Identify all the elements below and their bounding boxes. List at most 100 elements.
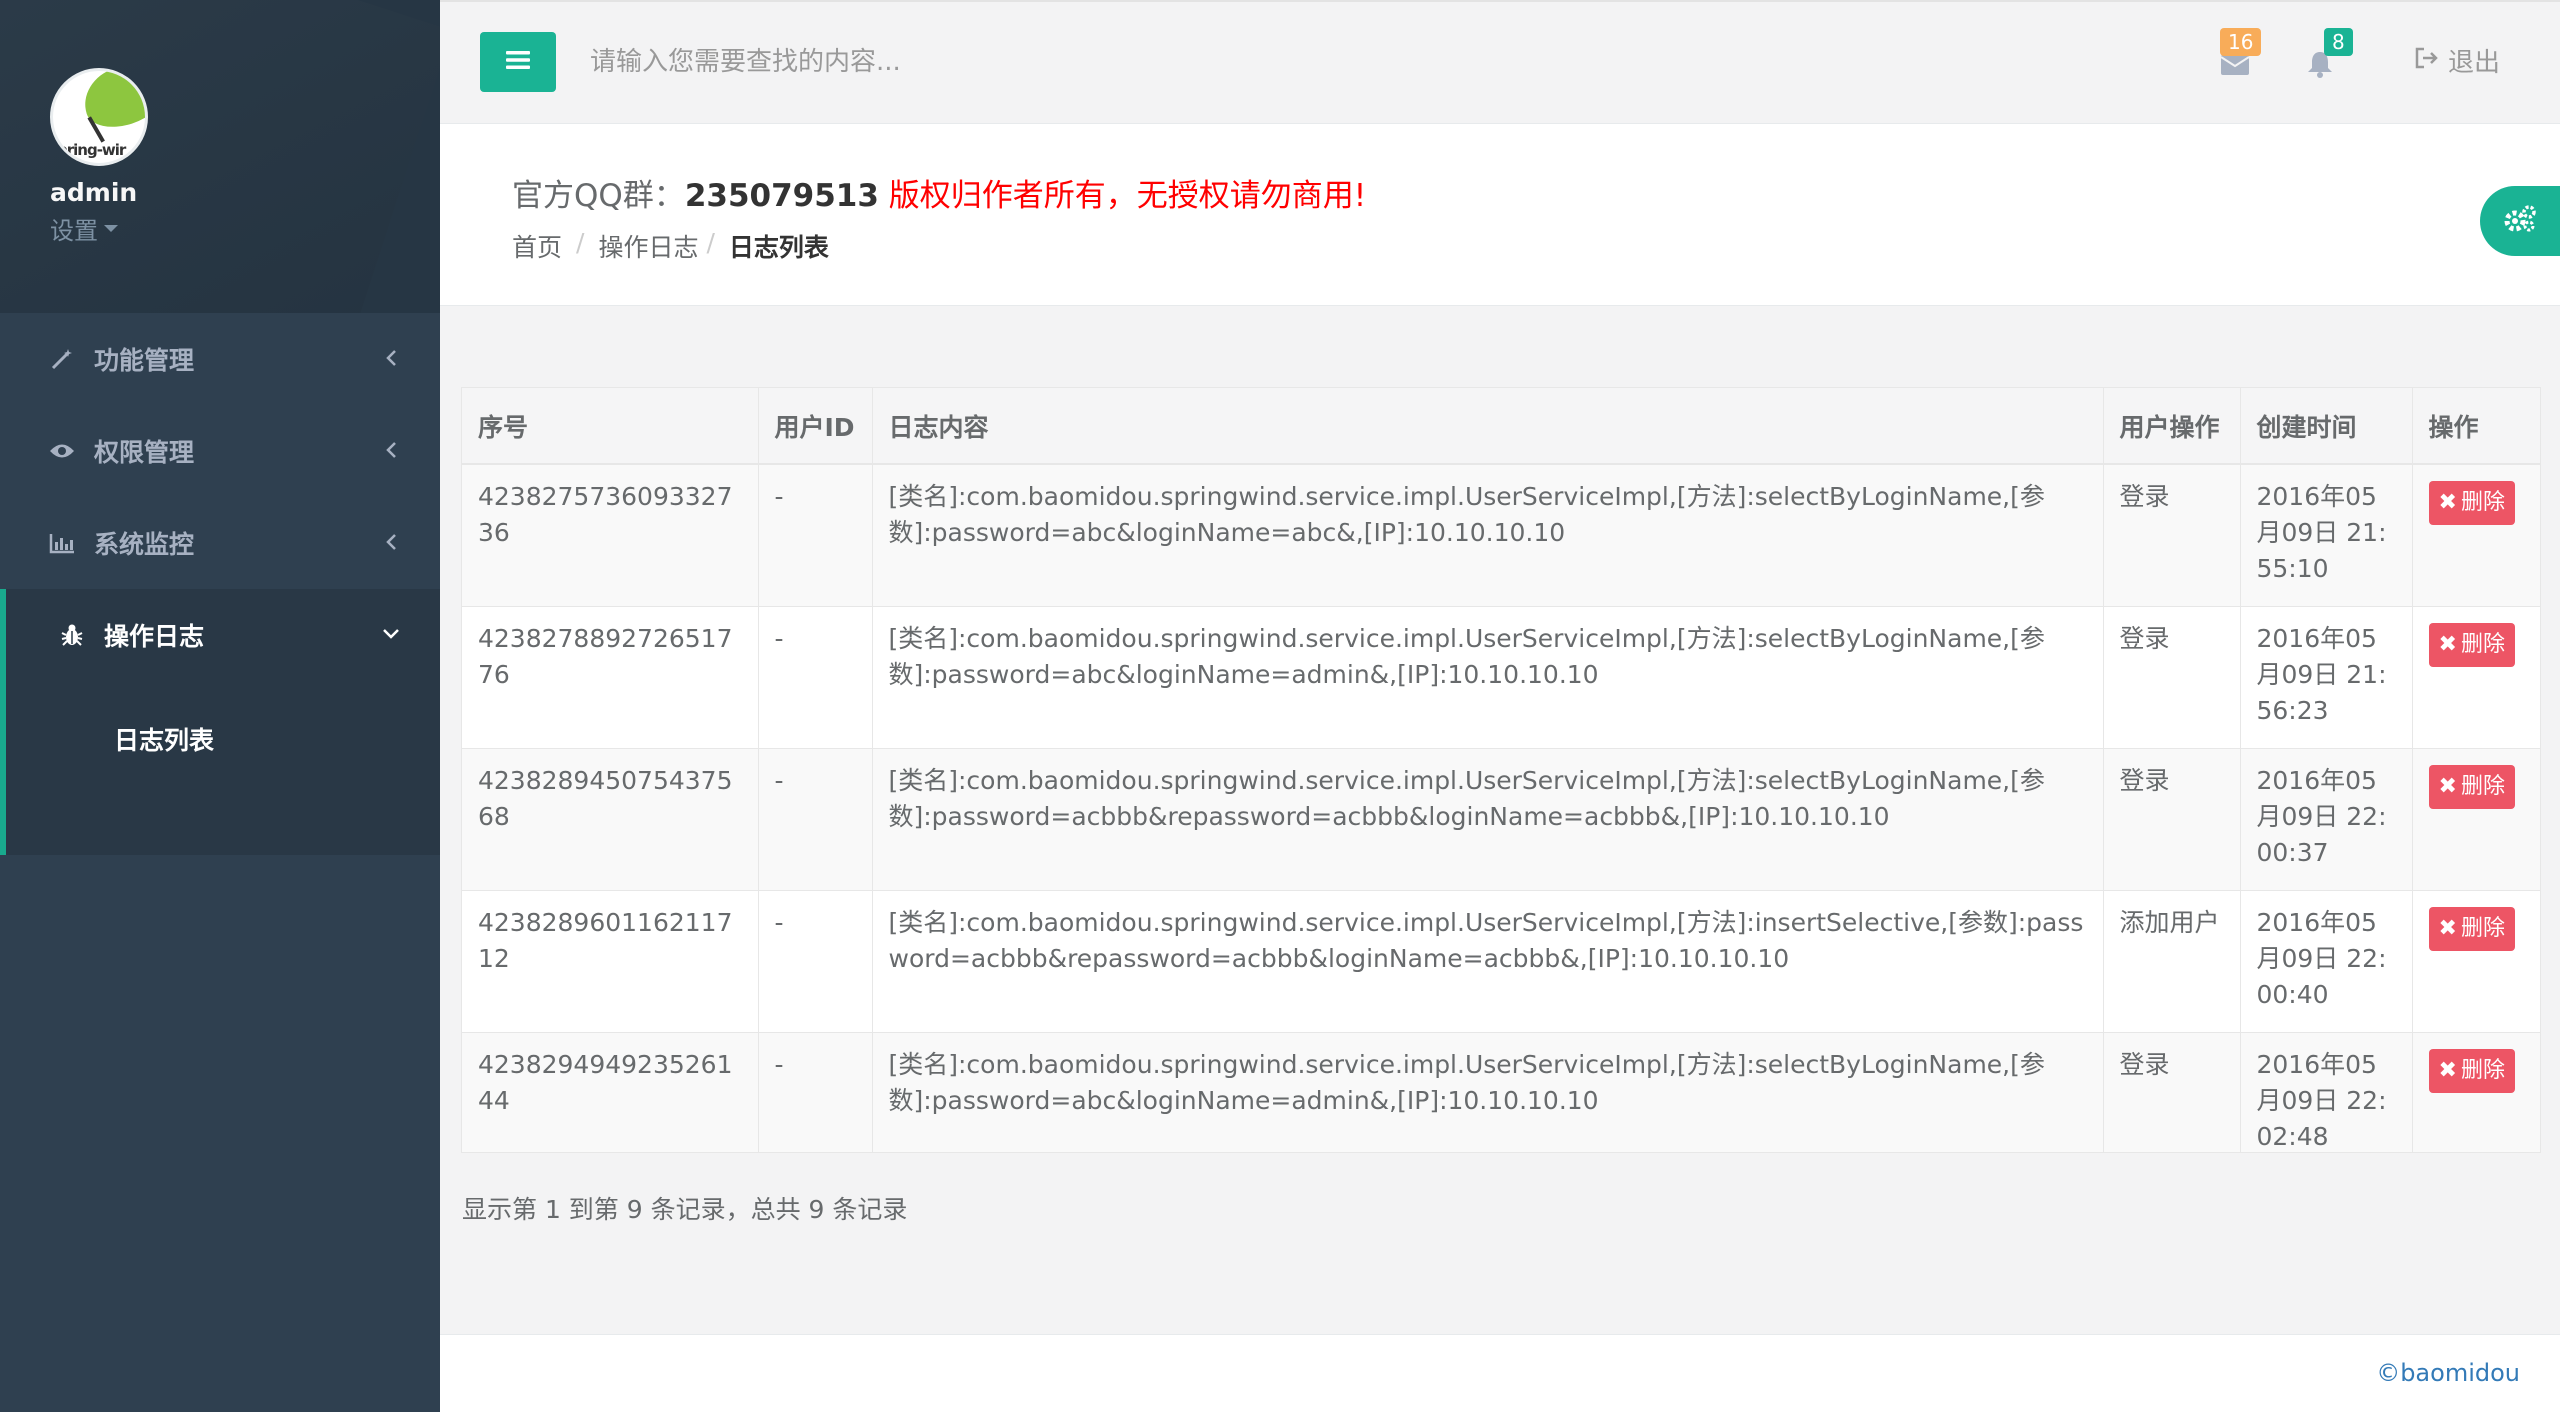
theme-settings-button[interactable] [2480,186,2560,256]
column-header-user-id[interactable]: 用户ID [758,388,873,465]
column-header-id[interactable]: 序号 [462,388,759,465]
top-navbar: 16 8 退出 [440,0,2560,124]
qq-group-label: 官方QQ群： [512,178,685,214]
sidebar-item-label: 功能管理 [94,346,195,375]
magic-wand-icon [48,345,76,373]
page-title: 官方QQ群：235079513 版权归作者所有，无授权请勿商用! [512,170,1366,215]
messages-badge: 16 [2220,28,2262,56]
sidebar-subitem-log-list[interactable]: 日志列表 [0,681,440,855]
sidebar-item-label: 操作日志 [104,622,205,651]
notifications-badge: 8 [2324,28,2353,56]
delete-button[interactable]: ✖ 删除 [2428,764,2515,809]
table-header-row: 序号 用户ID 日志内容 用户操作 创建时间 操作 [462,388,2540,465]
qq-group-number: 235079513 [684,178,879,214]
cell-operations: ✖ 删除 [2412,748,2540,891]
cell-user-action: 登录 [2103,464,2241,607]
cell-operations: ✖ 删除 [2412,464,2540,607]
cell-id: 423827573609332736 [462,464,759,607]
close-icon: ✖ [2438,631,2457,657]
sidebar-item-function-management[interactable]: 功能管理 [0,313,440,405]
cell-created-time: 2016年05月09日 22:02:48 [2240,1032,2413,1152]
table-row: 423827573609332736 - [类名]:com.baomidou.s… [462,464,2540,607]
chevron-left-icon [380,439,402,461]
bug-icon [58,621,86,649]
username: admin [50,178,138,207]
cell-id: 423828960116211712 [462,890,759,1033]
cell-content: [类名]:com.baomidou.springwind.service.imp… [872,464,2104,607]
cell-content: [类名]:com.baomidou.springwind.service.imp… [872,1032,2104,1152]
table-row: 423827889272651776 - [类名]:com.baomidou.s… [462,606,2540,749]
cell-content: [类名]:com.baomidou.springwind.service.imp… [872,748,2104,891]
cell-created-time: 2016年05月09日 22:00:40 [2240,890,2413,1033]
close-icon: ✖ [2438,1057,2457,1083]
chevron-down-icon [380,623,402,645]
pagination-info: 显示第 1 到第 9 条记录，总共 9 条记录 [462,1195,908,1224]
delete-label: 删除 [2460,631,2505,657]
chevron-left-icon [380,531,402,553]
cell-id: 423827889272651776 [462,606,759,749]
breadcrumb-home[interactable]: 首页 [512,228,562,264]
sidebar-item-label: 系统监控 [94,530,195,559]
sidebar-item-operation-log[interactable]: 操作日志 [0,589,440,681]
logout-button[interactable]: 退出 [2414,42,2500,79]
messages-button[interactable]: 16 [2220,28,2262,78]
column-header-created-time[interactable]: 创建时间 [2240,388,2413,465]
cell-created-time: 2016年05月09日 22:00:37 [2240,748,2413,891]
log-table-container[interactable]: 序号 用户ID 日志内容 用户操作 创建时间 操作 42382757360933… [461,387,2541,1153]
delete-label: 删除 [2460,1057,2505,1083]
sidebar-item-system-monitor[interactable]: 系统监控 [0,497,440,589]
sign-out-icon [2414,46,2438,76]
avatar[interactable]: pring-wir [50,68,148,166]
sidebar: pring-wir admin 设置 功能管理 权限管理 系统监控 操作日志 日… [0,0,440,1412]
cell-user-action: 登录 [2103,748,2241,891]
profile-panel: pring-wir admin 设置 [0,0,440,313]
cell-id: 423828945075437568 [462,748,759,891]
delete-label: 删除 [2460,915,2505,941]
settings-dropdown[interactable]: 设置 [50,211,118,246]
cell-user-action: 登录 [2103,1032,2241,1152]
caret-down-icon [104,225,118,232]
page-heading: 官方QQ群：235079513 版权归作者所有，无授权请勿商用! 首页 / 操作… [440,124,2560,306]
table-row: 423829494923526144 - [类名]:com.baomidou.s… [462,1032,2540,1152]
chevron-left-icon [380,347,402,369]
cell-id: 423829494923526144 [462,1032,759,1152]
log-table: 序号 用户ID 日志内容 用户操作 创建时间 操作 42382757360933… [462,388,2540,1152]
cell-user-id: - [758,890,873,1033]
delete-button[interactable]: ✖ 删除 [2428,1048,2515,1093]
sidebar-item-permission-management[interactable]: 权限管理 [0,405,440,497]
delete-button[interactable]: ✖ 删除 [2428,481,2515,525]
delete-button[interactable]: ✖ 删除 [2428,622,2515,667]
settings-label: 设置 [50,217,98,245]
cell-created-time: 2016年05月09日 21:55:10 [2240,464,2413,607]
hamburger-icon [506,50,530,74]
page-footer: ©baomidou [440,1334,2560,1412]
cell-content: [类名]:com.baomidou.springwind.service.imp… [872,890,2104,1033]
gears-icon [2502,203,2538,239]
table-row: 423828945075437568 - [类名]:com.baomidou.s… [462,748,2540,891]
bar-chart-icon [48,529,76,557]
breadcrumb: 首页 / 操作日志 / 日志列表 [512,228,829,264]
cell-user-id: - [758,1032,873,1152]
cell-user-id: - [758,464,873,607]
logout-label: 退出 [2447,48,2500,78]
sidebar-subitem-label: 日志列表 [114,726,215,755]
cell-user-id: - [758,606,873,749]
eye-icon [48,437,76,465]
breadcrumb-operation-log[interactable]: 操作日志 [598,228,698,264]
sidebar-item-label: 权限管理 [94,438,195,467]
close-icon: ✖ [2438,773,2457,799]
column-header-user-action[interactable]: 用户操作 [2103,388,2241,465]
delete-button[interactable]: ✖ 删除 [2428,906,2515,951]
column-header-operations: 操作 [2412,388,2540,465]
table-row: 423828960116211712 - [类名]:com.baomidou.s… [462,890,2540,1033]
copyright-link[interactable]: ©baomidou [2376,1359,2520,1387]
notifications-button[interactable]: 8 [2306,28,2353,78]
menu-toggle-button[interactable] [480,32,556,92]
cell-operations: ✖ 删除 [2412,1032,2540,1152]
delete-label: 删除 [2460,490,2505,515]
search-input[interactable] [590,32,1490,92]
delete-label: 删除 [2460,773,2505,799]
copyright-notice: 版权归作者所有，无授权请勿商用! [878,178,1367,214]
cell-user-action: 登录 [2103,606,2241,749]
column-header-content[interactable]: 日志内容 [872,388,2104,465]
